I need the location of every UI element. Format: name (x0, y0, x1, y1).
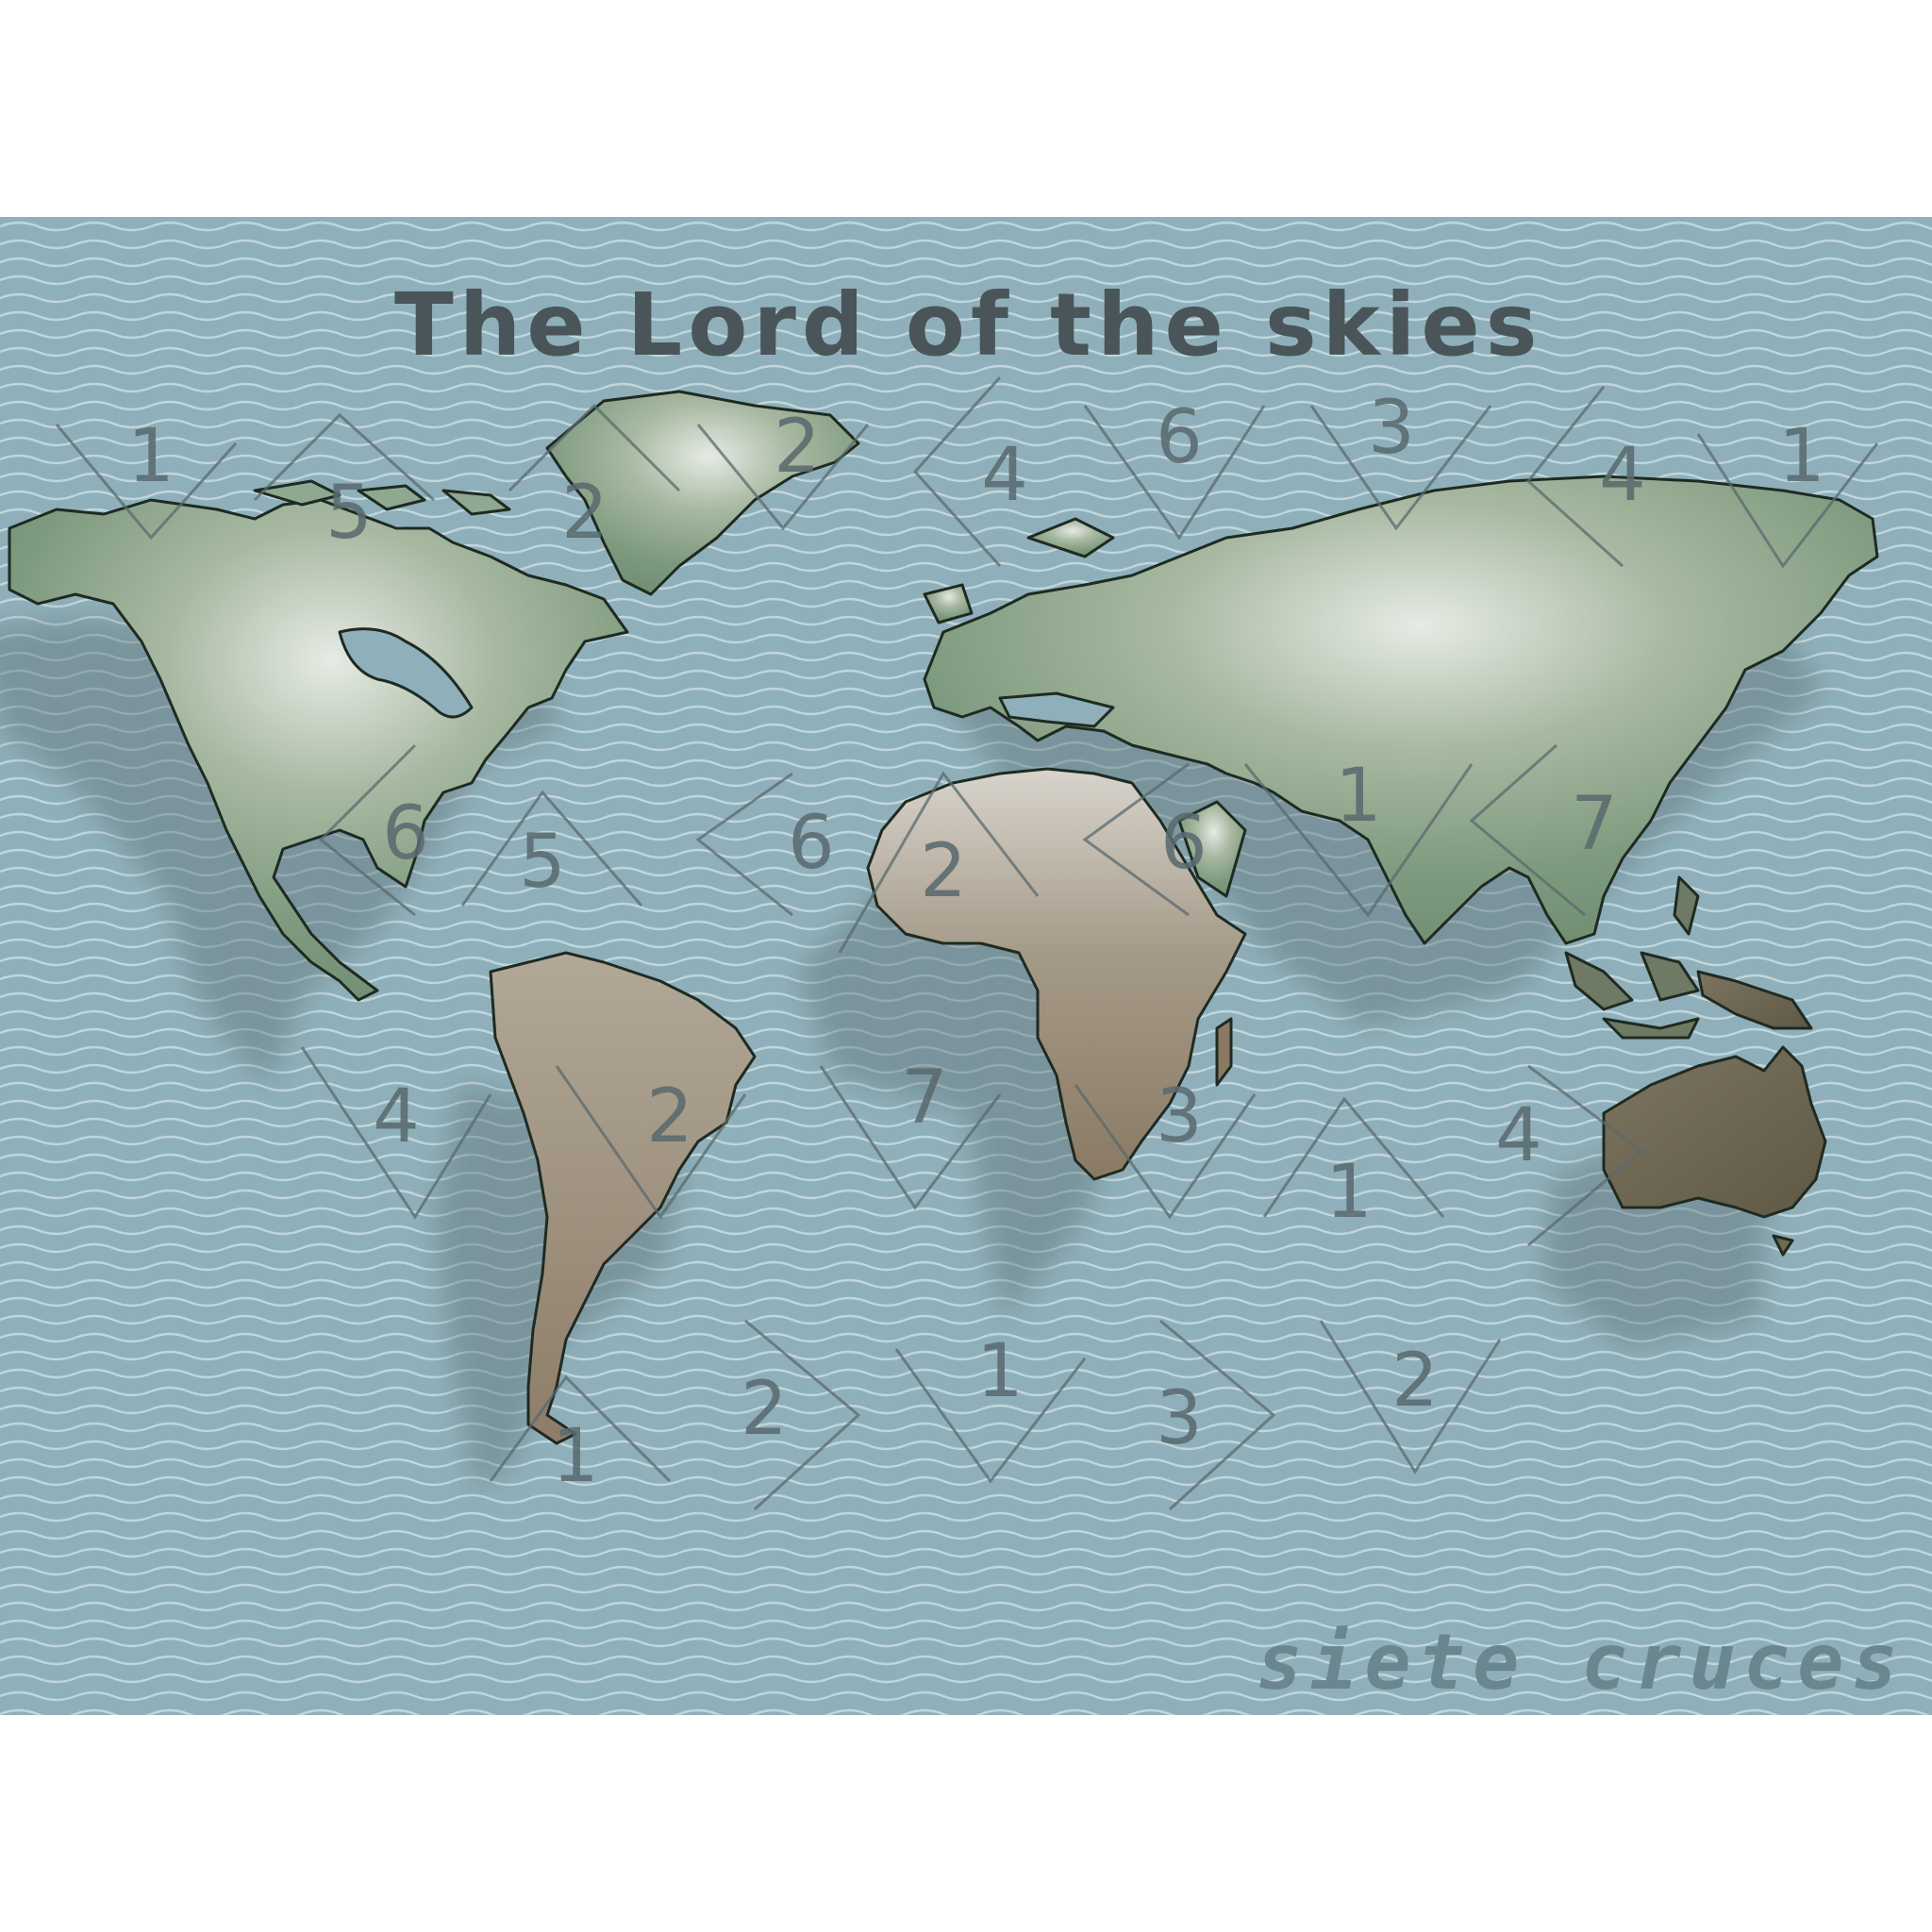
marker-number: 6 (788, 801, 835, 886)
marker-number: 3 (1156, 1074, 1203, 1159)
marker-number: 6 (1160, 801, 1208, 886)
marker-number: 5 (325, 471, 373, 556)
marker-number: 2 (741, 1367, 788, 1452)
marker-number: 4 (981, 433, 1028, 518)
map-title: The Lord of the skies (394, 275, 1543, 375)
marker-number: 4 (1495, 1093, 1542, 1178)
marker-number: 3 (1156, 1376, 1203, 1461)
marker-number: 5 (519, 820, 566, 905)
marker-number: 1 (127, 414, 175, 499)
marker-number: 1 (552, 1414, 599, 1499)
marker-number: 3 (1368, 386, 1415, 471)
map-artwork: The Lord of the skies 1 5 2 2 4 6 3 4 1 … (0, 217, 1932, 1715)
marker-number: 2 (646, 1074, 693, 1159)
marker-number: 1 (1325, 1150, 1373, 1235)
marker-number: 1 (976, 1329, 1024, 1414)
marker-number: 1 (1778, 414, 1825, 499)
world-map-canvas: The Lord of the skies 1 5 2 2 4 6 3 4 1 … (0, 217, 1932, 1715)
artist-signature: siete cruces (1257, 1618, 1906, 1707)
marker-number: 2 (1391, 1339, 1439, 1424)
marker-number: 6 (1156, 395, 1203, 480)
marker-number: 7 (1571, 782, 1618, 867)
marker-number: 1 (1335, 754, 1382, 839)
marker-number: 2 (920, 829, 967, 914)
marker-number: 2 (774, 405, 821, 490)
marker-number: 4 (1599, 433, 1646, 518)
marker-number: 4 (373, 1074, 420, 1159)
marker-number: 2 (561, 471, 608, 556)
marker-number: 7 (901, 1056, 948, 1141)
marker-number: 6 (382, 791, 429, 876)
